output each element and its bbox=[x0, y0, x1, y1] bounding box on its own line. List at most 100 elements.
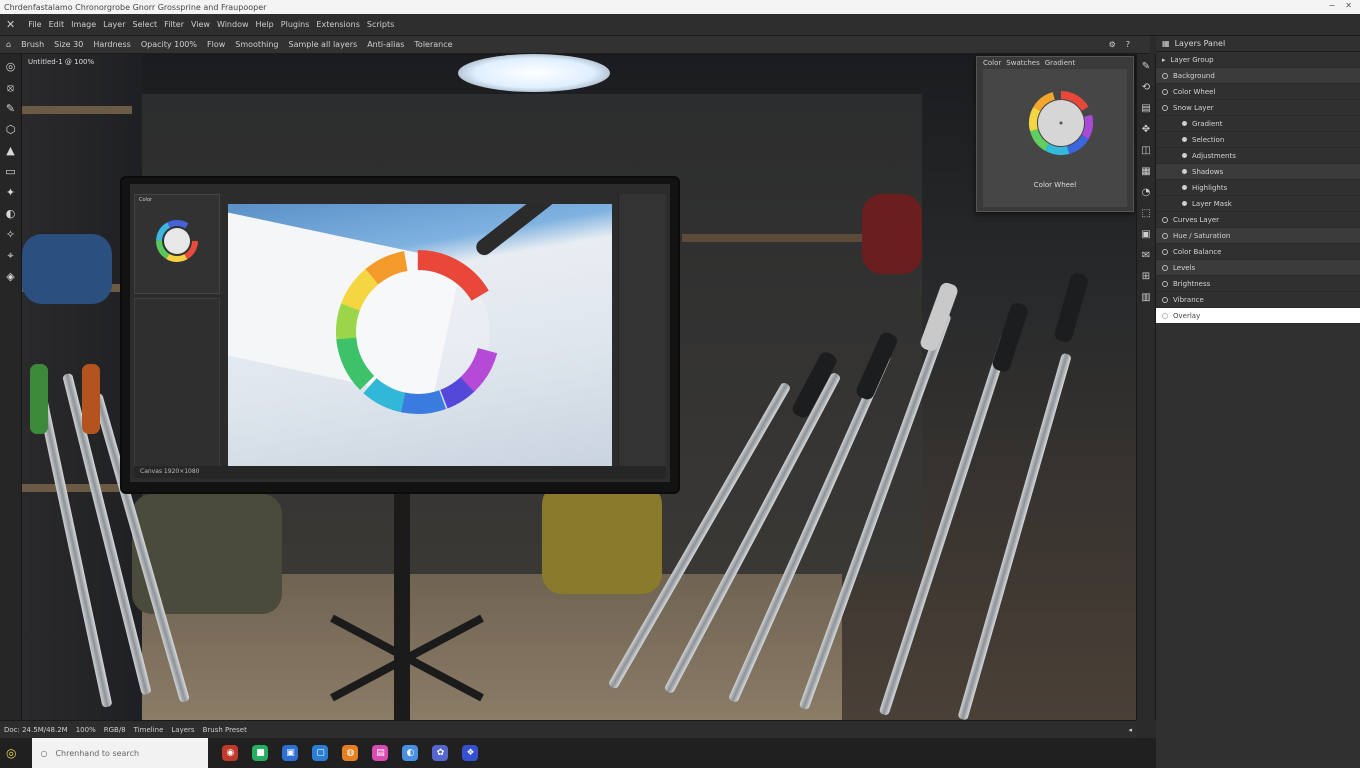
status-layers[interactable]: Layers bbox=[171, 726, 194, 734]
lasso-tool-icon[interactable]: ⦻ bbox=[4, 81, 18, 95]
menu-plugins[interactable]: Plugins bbox=[281, 20, 310, 29]
taskbar-app-icon[interactable]: ▣ bbox=[282, 745, 299, 761]
visibility-dot-icon[interactable] bbox=[1182, 185, 1187, 190]
move-panel-icon[interactable]: ✥ bbox=[1139, 123, 1153, 137]
layer-row[interactable]: Snow Layer bbox=[1156, 100, 1360, 116]
rectangle-tool-icon[interactable]: ▭ bbox=[4, 165, 18, 179]
select-panel-icon[interactable]: ⬚ bbox=[1139, 207, 1153, 221]
menu-view[interactable]: View bbox=[191, 20, 210, 29]
option-anti-alias[interactable]: Anti-alias bbox=[367, 40, 404, 49]
layer-row[interactable]: Levels bbox=[1156, 260, 1360, 276]
option-opacity[interactable]: Opacity 100% bbox=[141, 40, 197, 49]
layer-group[interactable]: ▸ Layer Group bbox=[1156, 52, 1360, 68]
layers-panel-icon[interactable]: ▣ bbox=[1139, 228, 1153, 242]
layer-row[interactable]: Selection bbox=[1156, 132, 1360, 148]
visibility-dot-icon[interactable] bbox=[1182, 137, 1187, 142]
layer-row[interactable]: Color Wheel bbox=[1156, 84, 1360, 100]
status-zoom[interactable]: 100% bbox=[76, 726, 96, 734]
taskbar-app-icon[interactable]: ◐ bbox=[402, 745, 419, 761]
taskbar-app-icon[interactable]: ◍ bbox=[342, 745, 359, 761]
tab-swatches[interactable]: Swatches bbox=[1006, 59, 1039, 67]
option-sample-all[interactable]: Sample all layers bbox=[289, 40, 358, 49]
taskbar-app-icon[interactable]: ❖ bbox=[462, 745, 479, 761]
home-icon[interactable]: ⌂ bbox=[6, 40, 11, 49]
color-wheel[interactable] bbox=[983, 69, 1127, 179]
taskbar-app-icon[interactable]: ✿ bbox=[432, 745, 449, 761]
visibility-ring-icon[interactable] bbox=[1162, 232, 1168, 239]
sparkle-tool-icon[interactable]: ✧ bbox=[4, 228, 18, 242]
settings-icon[interactable]: ⚙ bbox=[1109, 40, 1116, 49]
option-hardness[interactable]: Hardness bbox=[93, 40, 130, 49]
visibility-dot-icon[interactable] bbox=[1182, 121, 1187, 126]
status-brush-preset[interactable]: Brush Preset bbox=[203, 726, 247, 734]
menu-file[interactable]: File bbox=[28, 20, 41, 29]
visibility-ring-icon[interactable] bbox=[1162, 264, 1168, 271]
visibility-ring-icon[interactable] bbox=[1162, 104, 1168, 111]
dodge-tool-icon[interactable]: ◐ bbox=[4, 207, 18, 221]
help-icon[interactable]: ? bbox=[1126, 40, 1130, 49]
diamond-tool-icon[interactable]: ◈ bbox=[4, 270, 18, 284]
shape-tool-icon[interactable]: ⬡ bbox=[4, 123, 18, 137]
taskbar-app-icon[interactable]: ■ bbox=[252, 745, 269, 761]
close-button[interactable]: ✕ bbox=[1345, 1, 1352, 10]
start-icon[interactable]: ◎ bbox=[6, 746, 16, 760]
layer-row[interactable]: Gradient bbox=[1156, 116, 1360, 132]
status-timeline[interactable]: Timeline bbox=[134, 726, 164, 734]
visibility-ring-icon[interactable] bbox=[1162, 312, 1168, 319]
taskbar-search[interactable]: ○ Chrenhand to search bbox=[32, 738, 209, 768]
mail-panel-icon[interactable]: ✉ bbox=[1139, 249, 1153, 263]
layer-row[interactable]: Background bbox=[1156, 68, 1360, 84]
layer-row[interactable]: Shadows bbox=[1156, 164, 1360, 180]
brush-panel-icon[interactable]: ✎ bbox=[1139, 60, 1153, 74]
paths-panel-icon[interactable]: ▥ bbox=[1139, 291, 1153, 305]
history-panel-icon[interactable]: ⟲ bbox=[1139, 81, 1153, 95]
option-smoothing[interactable]: Smoothing bbox=[235, 40, 278, 49]
visibility-dot-icon[interactable] bbox=[1182, 201, 1187, 206]
menu-extensions[interactable]: Extensions bbox=[316, 20, 359, 29]
grid-panel-icon[interactable]: ▦ bbox=[1139, 165, 1153, 179]
layer-row[interactable]: Curves Layer bbox=[1156, 212, 1360, 228]
menu-filter[interactable]: Filter bbox=[164, 20, 184, 29]
taskbar-app-icon[interactable]: ▤ bbox=[372, 745, 389, 761]
properties-panel-icon[interactable]: ▤ bbox=[1139, 102, 1153, 116]
layer-row[interactable]: Layer Mask bbox=[1156, 196, 1360, 212]
layer-row[interactable]: Overlay bbox=[1156, 308, 1360, 324]
star-tool-icon[interactable]: ✦ bbox=[4, 186, 18, 200]
layer-row[interactable]: Highlights bbox=[1156, 180, 1360, 196]
visibility-dot-icon[interactable] bbox=[1182, 169, 1187, 174]
visibility-ring-icon[interactable] bbox=[1162, 72, 1168, 79]
visibility-dot-icon[interactable] bbox=[1182, 153, 1187, 158]
adjust-panel-icon[interactable]: ◔ bbox=[1139, 186, 1153, 200]
visibility-ring-icon[interactable] bbox=[1162, 296, 1168, 303]
menu-layer[interactable]: Layer bbox=[103, 20, 125, 29]
option-flow[interactable]: Flow bbox=[207, 40, 225, 49]
fill-tool-icon[interactable]: ▲ bbox=[4, 144, 18, 158]
frame-panel-icon[interactable]: ◫ bbox=[1139, 144, 1153, 158]
layer-row[interactable]: Adjustments bbox=[1156, 148, 1360, 164]
channels-panel-icon[interactable]: ⊞ bbox=[1139, 270, 1153, 284]
brush-tool-icon[interactable]: ✎ bbox=[4, 102, 18, 116]
visibility-ring-icon[interactable] bbox=[1162, 248, 1168, 255]
eye-tool-icon[interactable]: ◎ bbox=[4, 60, 18, 74]
menu-select[interactable]: Select bbox=[132, 20, 157, 29]
menu-help[interactable]: Help bbox=[256, 20, 274, 29]
menu-image[interactable]: Image bbox=[71, 20, 96, 29]
layer-row[interactable]: Color Balance bbox=[1156, 244, 1360, 260]
scroll-arrow-icon[interactable]: ◂ bbox=[1128, 726, 1132, 734]
layer-row[interactable]: Brightness bbox=[1156, 276, 1360, 292]
taskbar-app-icon[interactable]: ◉ bbox=[222, 745, 239, 761]
menu-scripts[interactable]: Scripts bbox=[367, 20, 394, 29]
menu-window[interactable]: Window bbox=[217, 20, 249, 29]
layer-row[interactable]: Hue / Saturation bbox=[1156, 228, 1360, 244]
document-canvas[interactable]: Untitled-1 @ 100% Color Canvas 1920×1080 bbox=[22, 54, 1136, 720]
taskbar-app-icon[interactable]: ▢ bbox=[312, 745, 329, 761]
option-size[interactable]: Size 30 bbox=[54, 40, 83, 49]
visibility-ring-icon[interactable] bbox=[1162, 216, 1168, 223]
crosshair-tool-icon[interactable]: ⌖ bbox=[4, 249, 18, 263]
layer-row[interactable]: Vibrance bbox=[1156, 292, 1360, 308]
option-tolerance[interactable]: Tolerance bbox=[414, 40, 452, 49]
visibility-ring-icon[interactable] bbox=[1162, 280, 1168, 287]
option-brush[interactable]: Brush bbox=[21, 40, 44, 49]
tab-color[interactable]: Color bbox=[983, 59, 1001, 67]
menu-edit[interactable]: Edit bbox=[49, 20, 65, 29]
